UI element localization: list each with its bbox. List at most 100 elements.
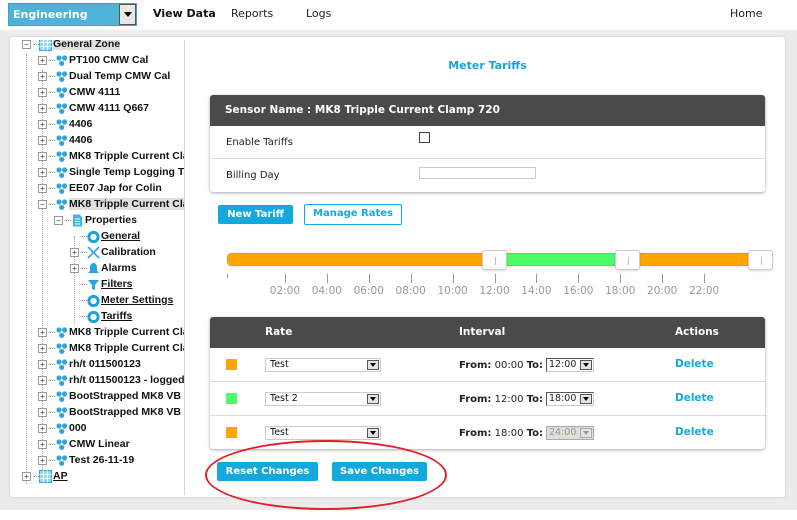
tree-node-label[interactable]: BootStrapped MK8 VB: [69, 390, 181, 402]
expand-icon[interactable]: +: [22, 471, 31, 481]
expand-icon[interactable]: +: [38, 455, 47, 465]
tree-node-label[interactable]: MK8 Tripple Current Cla: [69, 326, 184, 338]
chevron-down-icon[interactable]: [367, 428, 379, 438]
slider-handle-0[interactable]: [481, 250, 507, 270]
tree-node-label[interactable]: 000: [69, 422, 87, 434]
rate-select[interactable]: Test: [265, 358, 381, 372]
delete-link[interactable]: Delete: [675, 392, 714, 404]
expand-icon[interactable]: +: [38, 55, 47, 65]
expand-icon[interactable]: +: [38, 359, 47, 369]
tree-node-label[interactable]: CMW Linear: [69, 438, 130, 450]
tree-node-label[interactable]: rh/t 011500123 - logged: [69, 374, 184, 386]
tree-node-sensor[interactable]: + BootStrapped MK8 VB -: [38, 404, 184, 420]
nav-view-data[interactable]: View Data: [153, 7, 216, 20]
tree-node-filters[interactable]: Filters: [70, 276, 133, 292]
tree-node-sensor[interactable]: + MK8 Tripple Current Cla: [38, 324, 184, 340]
expand-icon[interactable]: +: [38, 391, 47, 401]
expand-icon[interactable]: +: [70, 247, 79, 257]
chevron-down-icon[interactable]: [367, 360, 379, 370]
tree-node-label[interactable]: Filters: [101, 278, 133, 290]
tree-node-general-zone[interactable]: − General Zone: [22, 40, 121, 52]
tree-node-sensor[interactable]: + Dual Temp CMW Cal: [38, 68, 170, 84]
tree-node-label[interactable]: Alarms: [101, 262, 137, 274]
tree-node-sensor[interactable]: +000: [38, 420, 87, 436]
expand-icon[interactable]: +: [38, 119, 47, 129]
manage-rates-button[interactable]: Manage Rates: [304, 204, 402, 225]
tree-node-label[interactable]: BootStrapped MK8 VB -: [69, 406, 184, 418]
tree-node-label[interactable]: General: [101, 230, 140, 242]
tree-node-label[interactable]: EE07 Jap for Colin: [69, 182, 162, 194]
new-tariff-button[interactable]: New Tariff: [218, 205, 293, 224]
rate-select[interactable]: Test 2: [265, 392, 381, 406]
chevron-down-icon[interactable]: [580, 360, 592, 370]
tree-node-label[interactable]: CMW 4111 Q667: [69, 102, 149, 114]
tree-node-label[interactable]: 4406: [69, 118, 92, 130]
tree-node-sensor[interactable]: +4406: [38, 132, 92, 148]
tree-node-label[interactable]: AP: [53, 470, 68, 482]
tree-node-sensor[interactable]: + CMW 4111 Q667: [38, 100, 149, 116]
tree-node-alarms[interactable]: + Alarms: [70, 260, 137, 276]
tree-node-label[interactable]: rh/t 011500123: [69, 358, 141, 370]
chevron-down-icon[interactable]: [580, 394, 592, 404]
chevron-down-icon[interactable]: [367, 394, 379, 404]
tree-node-label[interactable]: MK8 Tripple Current Cla: [69, 342, 184, 354]
expand-icon[interactable]: +: [38, 423, 47, 433]
tree-node-sensor[interactable]: + MK8 Tripple Current Cla: [38, 340, 184, 356]
expand-icon[interactable]: +: [38, 343, 47, 353]
expand-icon[interactable]: +: [38, 183, 47, 193]
tree-node-sensor[interactable]: +4406: [38, 116, 92, 132]
slider-handle-1[interactable]: [614, 250, 640, 270]
tree-node-label[interactable]: General Zone: [53, 40, 121, 50]
to-select[interactable]: 12:00: [546, 358, 594, 372]
tree-node-sensor[interactable]: + CMW Linear: [38, 436, 130, 452]
tree-node-label[interactable]: PT100 CMW Cal: [69, 54, 148, 66]
delete-link[interactable]: Delete: [675, 358, 714, 370]
collapse-icon[interactable]: −: [54, 215, 63, 225]
tree-node-label[interactable]: CMW 4111: [69, 86, 120, 98]
tree-node-label[interactable]: Single Temp Logging Te: [69, 166, 184, 178]
nav-reports[interactable]: Reports: [231, 7, 273, 20]
tree-node-label[interactable]: Meter Settings: [101, 294, 173, 306]
expand-icon[interactable]: +: [38, 167, 47, 177]
tree-node-meter-settings[interactable]: Meter Settings: [70, 292, 173, 308]
enable-tariffs-checkbox[interactable]: [419, 132, 430, 143]
tree-node-sensor[interactable]: + MK8 Tripple Current Cla: [38, 148, 184, 164]
tree-node-sensor[interactable]: + PT100 CMW Cal: [38, 52, 148, 68]
tree-node-general[interactable]: General: [70, 228, 140, 244]
collapse-icon[interactable]: −: [22, 40, 31, 49]
site-select[interactable]: Engineering: [8, 3, 137, 26]
tree-node-sensor[interactable]: + BootStrapped MK8 VB: [38, 388, 181, 404]
expand-icon[interactable]: +: [38, 407, 47, 417]
expand-icon[interactable]: +: [38, 439, 47, 449]
tree-node-sensor[interactable]: + rh/t 011500123 - logged: [38, 372, 184, 388]
tree-node-tariffs[interactable]: Tariffs: [70, 308, 132, 324]
tree-node-sensor[interactable]: + Test 26-11-19: [38, 452, 134, 468]
tree-node-ap[interactable]: + AP: [22, 468, 68, 484]
tree-node-sensor[interactable]: + CMW 4111: [38, 84, 120, 100]
tree-node-properties[interactable]: − Properties: [54, 212, 137, 228]
tree-node-label[interactable]: MK8 Tripple Current Cla: [69, 150, 184, 162]
tree-node-label[interactable]: Dual Temp CMW Cal: [69, 70, 170, 82]
tree-node-label[interactable]: Calibration: [101, 246, 156, 258]
tree-node-selected-sensor[interactable]: − MK8 Tripple Current Cla: [38, 196, 184, 212]
slider-handle-2[interactable]: [748, 250, 773, 270]
billing-day-input[interactable]: [419, 167, 536, 179]
expand-icon[interactable]: +: [38, 87, 47, 97]
rate-select[interactable]: Test: [265, 426, 381, 440]
tree-node-label[interactable]: Test 26-11-19: [69, 454, 134, 466]
expand-icon[interactable]: +: [38, 103, 47, 113]
collapse-icon[interactable]: −: [38, 199, 47, 209]
tree-node-label[interactable]: 4406: [69, 134, 92, 146]
expand-icon[interactable]: +: [38, 135, 47, 145]
tree-node-sensor[interactable]: + rh/t 011500123: [38, 356, 141, 372]
expand-icon[interactable]: +: [70, 263, 79, 273]
delete-link[interactable]: Delete: [675, 426, 714, 438]
tree-node-sensor[interactable]: + Single Temp Logging Te: [38, 164, 184, 180]
expand-icon[interactable]: +: [38, 151, 47, 161]
tree-node-label[interactable]: MK8 Tripple Current Cla: [69, 198, 184, 210]
nav-home[interactable]: Home: [730, 7, 762, 20]
tree-node-sensor[interactable]: + EE07 Jap for Colin: [38, 180, 162, 196]
to-select[interactable]: 18:00: [546, 392, 594, 406]
expand-icon[interactable]: +: [38, 71, 47, 81]
chevron-down-icon[interactable]: [119, 4, 136, 25]
